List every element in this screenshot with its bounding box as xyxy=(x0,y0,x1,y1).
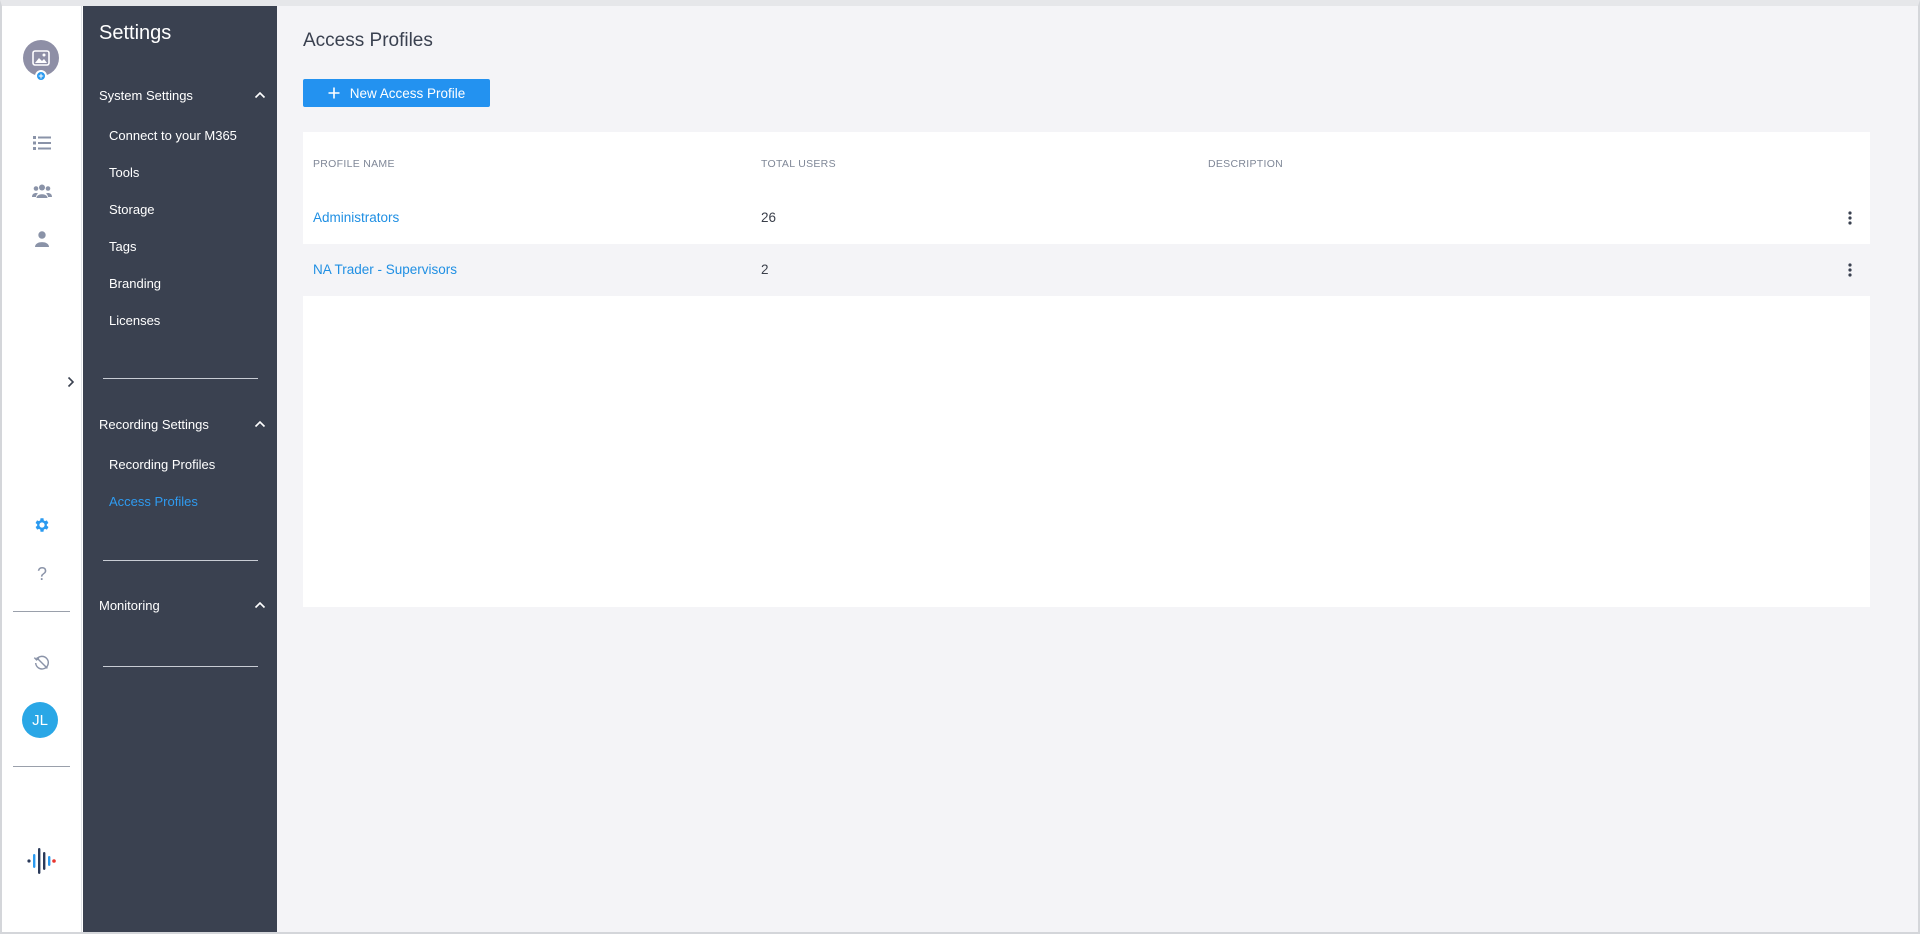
section-recording-settings[interactable]: Recording Settings xyxy=(99,413,269,435)
table-row[interactable]: Administrators 26 xyxy=(303,192,1870,244)
gear-icon[interactable] xyxy=(2,514,82,536)
settings-sidebar: Settings System Settings Connect to your… xyxy=(83,6,277,932)
page-title: Access Profiles xyxy=(303,30,433,51)
user-initials: JL xyxy=(32,711,48,729)
plus-icon xyxy=(328,87,340,99)
main-content: Access Profiles New Access Profile PROFI… xyxy=(277,6,1918,932)
logo-icon xyxy=(2,846,82,876)
chevron-up-icon xyxy=(253,88,267,102)
section-monitoring[interactable]: Monitoring xyxy=(99,594,269,616)
nav-item-recording-profiles[interactable]: Recording Profiles xyxy=(109,457,215,472)
section-divider xyxy=(103,666,258,667)
section-label: System Settings xyxy=(99,87,193,103)
section-divider xyxy=(103,378,258,379)
nav-item-tools[interactable]: Tools xyxy=(109,165,139,180)
nav-item-access-profiles[interactable]: Access Profiles xyxy=(109,494,198,509)
total-users-value: 2 xyxy=(761,262,769,277)
table-row[interactable]: NA Trader - Supervisors 2 xyxy=(303,244,1870,296)
sidebar-title: Settings xyxy=(99,22,172,44)
access-profiles-table: PROFILE NAME TOTAL USERS DESCRIPTION Adm… xyxy=(303,132,1870,607)
section-system-settings[interactable]: System Settings xyxy=(99,84,269,106)
chevron-up-icon xyxy=(253,417,267,431)
nav-item-branding[interactable]: Branding xyxy=(109,276,161,291)
nav-item-licenses[interactable]: Licenses xyxy=(109,313,160,328)
section-divider xyxy=(103,560,258,561)
list-icon[interactable] xyxy=(2,132,82,154)
nav-item-connect-m365[interactable]: Connect to your M365 xyxy=(109,128,237,143)
section-label: Recording Settings xyxy=(99,416,209,432)
new-button-label: New Access Profile xyxy=(349,85,466,101)
help-glyph: ? xyxy=(36,563,47,584)
section-label: Monitoring xyxy=(99,597,160,613)
column-header-total-users[interactable]: TOTAL USERS xyxy=(761,158,836,170)
profile-name-link[interactable]: Administrators xyxy=(313,210,399,225)
user-avatar[interactable]: JL xyxy=(22,702,58,738)
person-icon[interactable] xyxy=(2,228,82,250)
column-header-description[interactable]: DESCRIPTION xyxy=(1208,158,1283,170)
more-options-icon[interactable] xyxy=(1844,260,1856,280)
rail-divider xyxy=(13,766,70,767)
more-options-icon[interactable] xyxy=(1844,208,1856,228)
new-access-profile-button[interactable]: New Access Profile xyxy=(303,79,490,107)
nav-item-tags[interactable]: Tags xyxy=(109,239,136,254)
column-header-profile-name[interactable]: PROFILE NAME xyxy=(313,158,395,170)
rail-divider xyxy=(13,611,70,612)
icon-rail: + ? JL xyxy=(2,6,82,932)
total-users-value: 26 xyxy=(761,210,777,225)
history-icon[interactable] xyxy=(2,652,82,674)
expand-chevron-icon[interactable] xyxy=(64,372,78,392)
help-icon[interactable]: ? xyxy=(2,562,82,586)
add-photo-icon[interactable]: + xyxy=(35,70,47,82)
nav-item-storage[interactable]: Storage xyxy=(109,202,155,217)
profile-name-link[interactable]: NA Trader - Supervisors xyxy=(313,262,457,277)
app-window: + ? JL Settings System Settings Connect … xyxy=(0,0,1920,934)
group-icon[interactable] xyxy=(2,180,82,202)
chevron-up-icon xyxy=(253,598,267,612)
